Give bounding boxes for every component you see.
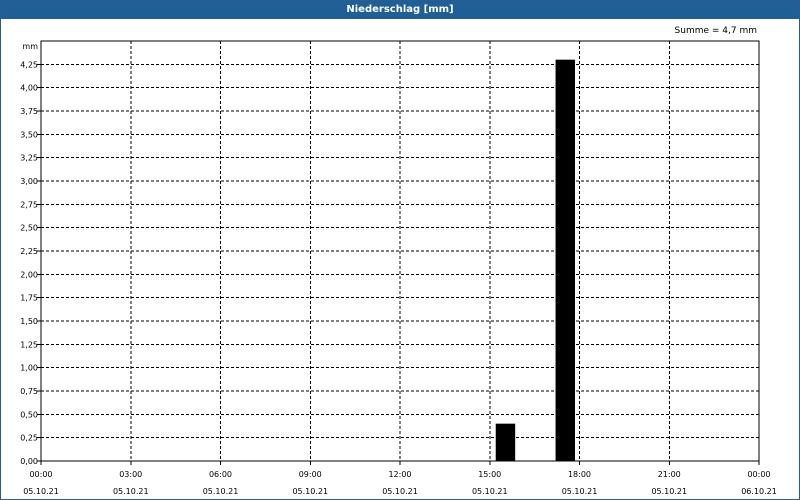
y-tick-label: 1,50 — [20, 317, 38, 326]
y-tick-label: 2,25 — [20, 247, 38, 256]
x-tick-time: 09:00 — [299, 470, 322, 479]
y-tick-label: 1,25 — [20, 340, 38, 349]
x-tick-date: 05.10.21 — [651, 487, 687, 496]
x-tick-date: 06.10.21 — [741, 487, 777, 496]
y-tick-label: 0,25 — [20, 434, 38, 443]
x-tick-time: 12:00 — [388, 470, 411, 479]
y-tick-label: 1,75 — [20, 294, 38, 303]
y-tick-label: 4,00 — [20, 84, 38, 93]
y-tick-label: 3,25 — [20, 154, 38, 163]
chart-window: Niederschlag [mm] Summe = 4,7 mm 0,00 0,2… — [0, 0, 800, 500]
y-axis-label: mm — [22, 42, 38, 51]
y-tick-label: 3,75 — [20, 107, 38, 116]
y-tick-label: 3,50 — [20, 130, 38, 139]
y-tick-label: 0,75 — [20, 387, 38, 396]
y-tick-label: 4,25 — [20, 60, 38, 69]
x-tick-date: 05.10.21 — [203, 487, 239, 496]
precipitation-bar — [555, 59, 576, 462]
x-tick-time: 00:00 — [29, 470, 52, 479]
x-tick-date: 05.10.21 — [113, 487, 149, 496]
x-tick-time: 18:00 — [568, 470, 591, 479]
x-tick-time: 00:00 — [747, 470, 770, 479]
y-tick-label: 2,75 — [20, 200, 38, 209]
x-tick-date: 05.10.21 — [292, 487, 328, 496]
y-tick-label: 1,00 — [20, 364, 38, 373]
x-tick-date: 05.10.21 — [472, 487, 508, 496]
y-tick-label: 2,00 — [20, 270, 38, 279]
x-tick-date: 05.10.21 — [562, 487, 598, 496]
y-tick-label: 3,00 — [20, 177, 38, 186]
y-tick-label: 2,50 — [20, 224, 38, 233]
x-tick-time: 15:00 — [478, 470, 501, 479]
x-tick-date: 05.10.21 — [382, 487, 418, 496]
precipitation-chart: 0,00 0,25 0,50 0,75 1,00 1,25 1,50 1,75 2,00 2,25… — [20, 40, 777, 496]
x-tick-time: 21:00 — [658, 470, 681, 479]
y-tick-label: 0,50 — [20, 410, 38, 419]
y-tick-label: 0,00 — [20, 457, 38, 466]
x-tick-time: 06:00 — [209, 470, 232, 479]
x-tick-date: 05.10.21 — [23, 487, 59, 496]
precipitation-bar — [495, 423, 516, 461]
x-tick-time: 03:00 — [119, 470, 142, 479]
